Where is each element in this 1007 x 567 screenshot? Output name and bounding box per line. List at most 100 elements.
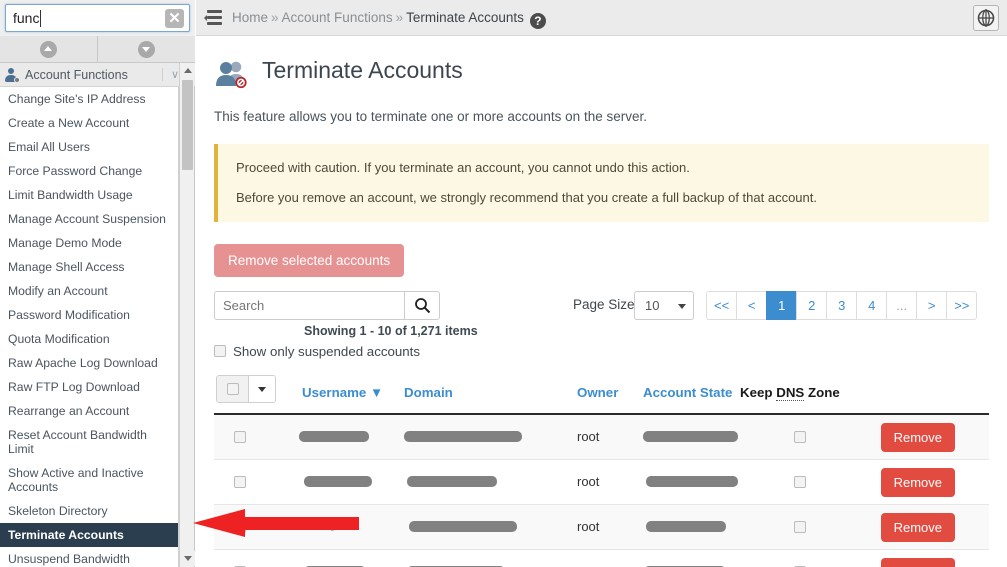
sidebar-item-manage-account-suspension[interactable]: Manage Account Suspension bbox=[0, 207, 178, 231]
page-title: Terminate Accounts bbox=[262, 57, 463, 83]
cell-account-state bbox=[643, 431, 738, 442]
search-icon[interactable] bbox=[404, 291, 440, 320]
pagination-prev[interactable]: < bbox=[736, 291, 767, 320]
globe-icon[interactable] bbox=[973, 5, 999, 31]
sidebar-item-reset-account-bandwidth-limit[interactable]: Reset Account Bandwidth Limit bbox=[0, 423, 178, 461]
remove-row-button[interactable]: Remove bbox=[880, 513, 955, 542]
sidebar-item-rearrange-an-account[interactable]: Rearrange an Account bbox=[0, 399, 178, 423]
breadcrumb-home[interactable]: Home bbox=[232, 10, 268, 25]
column-header-owner[interactable]: Owner bbox=[577, 385, 618, 400]
breadcrumb-account-functions[interactable]: Account Functions bbox=[282, 10, 393, 25]
cell-owner: root bbox=[577, 519, 600, 534]
remove-row-button[interactable]: Remove bbox=[880, 423, 955, 452]
sidebar-item-force-password-change[interactable]: Force Password Change bbox=[0, 159, 178, 183]
page-size-select[interactable]: 10 bbox=[634, 291, 694, 320]
pagination-page-2[interactable]: 2 bbox=[796, 291, 827, 320]
pagination[interactable]: << <1 2 3 4... > >> bbox=[706, 291, 978, 320]
sidebar-item-skeleton-directory[interactable]: Skeleton Directory bbox=[0, 499, 178, 523]
breadcrumb-separator-1: » bbox=[271, 10, 279, 25]
pagination-page-3[interactable]: 3 bbox=[826, 291, 857, 320]
nav-search-box[interactable]: func ✕ bbox=[5, 4, 190, 32]
nav-group-label: Account Functions bbox=[25, 67, 128, 82]
chevron-down-icon bbox=[138, 41, 155, 58]
main-content: Terminate Accounts This feature allows y… bbox=[196, 37, 1007, 567]
cell-owner: root bbox=[577, 429, 600, 444]
pagination-page-4[interactable]: 4 bbox=[856, 291, 887, 320]
table-row[interactable]: root Remove bbox=[214, 415, 989, 460]
sidebar-item-raw-ftp-log-download[interactable]: Raw FTP Log Download bbox=[0, 375, 178, 399]
sidebar-item-email-all-users[interactable]: Email All Users bbox=[0, 135, 178, 159]
cell-domain bbox=[409, 521, 517, 532]
search-input[interactable] bbox=[214, 291, 404, 320]
cell-account-state bbox=[646, 521, 726, 532]
sidebar-item-unsuspend-bandwidth-exceeders[interactable]: Unsuspend Bandwidth Exceeders bbox=[0, 547, 178, 567]
remove-row-button[interactable]: Remove bbox=[880, 468, 955, 497]
pagination-ellipsis[interactable]: ... bbox=[886, 291, 917, 320]
cell-username bbox=[304, 476, 372, 487]
user-account-icon bbox=[5, 67, 20, 83]
table-row[interactable]: rootRemove bbox=[214, 460, 989, 505]
sidebar-item-limit-bandwidth-usage[interactable]: Limit Bandwidth Usage bbox=[0, 183, 178, 207]
chevron-down-icon[interactable]: ∨ bbox=[161, 68, 179, 81]
page-description: This feature allows you to terminate one… bbox=[214, 109, 647, 124]
pagination-first[interactable]: << bbox=[706, 291, 737, 320]
row-select-checkbox[interactable] bbox=[234, 431, 246, 443]
scroll-down-button[interactable] bbox=[180, 551, 195, 566]
column-header-domain[interactable]: Domain bbox=[404, 385, 453, 400]
sidebar-item-show-active-and-inactive-accounts[interactable]: Show Active and Inactive Accounts bbox=[0, 461, 178, 499]
sidebar-item-password-modification[interactable]: Password Modification bbox=[0, 303, 178, 327]
show-suspended-checkbox[interactable] bbox=[214, 345, 226, 357]
cell-keep-dns-checkbox[interactable] bbox=[794, 521, 806, 533]
nav-group-account-functions[interactable]: Account Functions ∨ bbox=[0, 63, 195, 87]
cell-account-state bbox=[646, 476, 738, 487]
left-navigation-panel: func ✕ Account Functions ∨ Change Site's… bbox=[0, 0, 195, 567]
nav-scrollbar[interactable] bbox=[179, 63, 195, 567]
accounts-table: Username ▼ Domain Owner Account State Ke… bbox=[214, 375, 989, 567]
sidebar-item-raw-apache-log-download[interactable]: Raw Apache Log Download bbox=[0, 351, 178, 375]
collapse-all-button[interactable] bbox=[0, 36, 98, 63]
pagination-page-1[interactable]: 1 bbox=[766, 291, 797, 320]
sidebar-item-manage-demo-mode[interactable]: Manage Demo Mode bbox=[0, 231, 178, 255]
pagination-last[interactable]: >> bbox=[946, 291, 978, 320]
nav-item-list[interactable]: Change Site's IP Address Create a New Acc… bbox=[0, 87, 179, 567]
sidebar-item-terminate-accounts[interactable]: Terminate Accounts bbox=[0, 523, 178, 547]
table-row[interactable]: rootRemove bbox=[214, 550, 989, 567]
row-select-checkbox[interactable] bbox=[234, 476, 246, 488]
sidebar-item-quota-modification[interactable]: Quota Modification bbox=[0, 327, 178, 351]
cell-domain bbox=[404, 431, 522, 442]
cell-username: aafiaghi bbox=[302, 517, 346, 531]
scroll-up-button[interactable] bbox=[180, 63, 195, 78]
text-caret bbox=[40, 10, 41, 27]
select-all-dropdown[interactable] bbox=[249, 376, 275, 402]
expand-all-button[interactable] bbox=[98, 36, 195, 63]
show-suspended-row[interactable]: Show only suspended accounts bbox=[214, 341, 1007, 361]
remove-row-button[interactable]: Remove bbox=[880, 558, 955, 567]
column-header-username[interactable]: Username ▼ bbox=[302, 385, 383, 400]
row-select-checkbox[interactable] bbox=[234, 521, 246, 533]
select-all-group[interactable] bbox=[216, 375, 276, 403]
chevron-up-icon bbox=[40, 41, 57, 58]
column-header-account-state[interactable]: Account State bbox=[643, 385, 732, 400]
warning-line-1: Proceed with caution. If you terminate a… bbox=[236, 160, 690, 175]
help-icon[interactable]: ? bbox=[529, 13, 546, 29]
clear-x-icon[interactable]: ✕ bbox=[165, 9, 184, 28]
sidebar-item-create-a-new-account[interactable]: Create a New Account bbox=[0, 111, 178, 135]
hamburger-menu-icon[interactable] bbox=[204, 10, 222, 25]
sidebar-item-manage-shell-access[interactable]: Manage Shell Access bbox=[0, 255, 178, 279]
scrollbar-thumb[interactable] bbox=[182, 80, 193, 170]
table-controls: Showing 1 - 10 of 1,271 items Page Size … bbox=[196, 291, 1007, 338]
cell-keep-dns-checkbox[interactable] bbox=[794, 431, 806, 443]
column-header-keep-dns-zone: Keep DNS Zone bbox=[740, 385, 840, 401]
breadcrumb-current: Terminate Accounts bbox=[406, 10, 524, 25]
sidebar-item-change-site-s-ip-address[interactable]: Change Site's IP Address bbox=[0, 87, 178, 111]
nav-toolbar bbox=[0, 36, 195, 63]
nav-search-input[interactable]: func bbox=[13, 9, 39, 28]
remove-selected-accounts-button[interactable]: Remove selected accounts bbox=[214, 244, 405, 277]
cell-username bbox=[299, 431, 369, 442]
select-all-checkbox[interactable] bbox=[217, 376, 249, 402]
table-row[interactable]: aafiaghi root Remove bbox=[214, 505, 989, 550]
cell-keep-dns-checkbox[interactable] bbox=[794, 476, 806, 488]
pagination-next[interactable]: > bbox=[916, 291, 947, 320]
sidebar-item-modify-an-account[interactable]: Modify an Account bbox=[0, 279, 178, 303]
breadcrumb-separator-2: » bbox=[395, 10, 404, 25]
